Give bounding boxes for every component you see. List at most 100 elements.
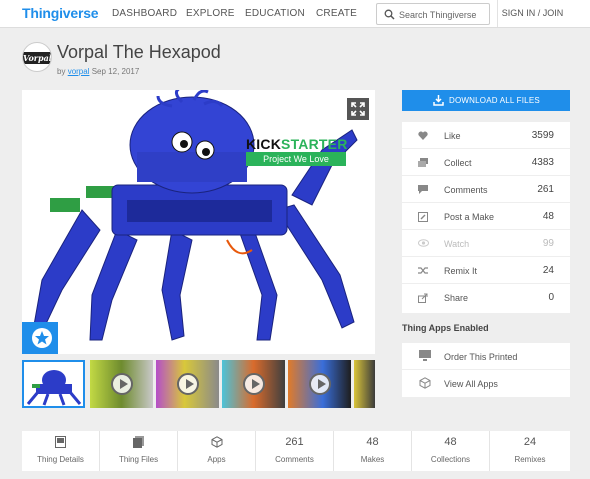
- author-link[interactable]: vorpal: [68, 67, 90, 76]
- tab-label: Apps: [207, 455, 226, 464]
- thing-title: Vorpal The Hexapod: [57, 42, 221, 62]
- thumbnail-image[interactable]: [22, 360, 85, 408]
- stat-value: 24: [542, 265, 554, 276]
- byline-prefix: by: [57, 67, 66, 76]
- thumbnail-strip: [22, 360, 375, 408]
- expand-icon: [351, 102, 365, 116]
- author-avatar[interactable]: Vorpal: [22, 42, 52, 72]
- play-icon: [308, 373, 331, 395]
- tab-thing-details[interactable]: Thing Details: [22, 431, 100, 471]
- eye-icon: [418, 239, 429, 247]
- expand-image-button[interactable]: [347, 98, 369, 120]
- tab-thing-files[interactable]: Thing Files: [100, 431, 178, 471]
- thumbnail-video[interactable]: [90, 360, 153, 408]
- comment-icon: [418, 185, 428, 194]
- app-label: View All Apps: [444, 379, 498, 389]
- tab-remixes[interactable]: 24 Remixes: [490, 431, 570, 471]
- signin-join-link[interactable]: SIGN IN / JOIN: [497, 0, 567, 27]
- stat-comments[interactable]: Comments 261: [402, 176, 570, 203]
- thumbnail-video[interactable]: [156, 360, 219, 408]
- stat-remix-it[interactable]: Remix It 24: [402, 257, 570, 284]
- app-view-all-apps[interactable]: View All Apps: [402, 370, 570, 397]
- nav-dashboard[interactable]: DASHBOARD: [112, 8, 177, 19]
- stat-label: Comments: [444, 185, 488, 195]
- tab-count: 261: [285, 436, 304, 448]
- monitor-icon: [419, 350, 431, 361]
- thumbnail-video[interactable]: [288, 360, 351, 408]
- thing-stats-panel: Like 3599 Collect 4383 Comments 261 Post…: [402, 122, 570, 313]
- nav-create[interactable]: CREATE: [316, 8, 357, 19]
- search-input[interactable]: [399, 7, 487, 22]
- nav-education[interactable]: EDUCATION: [245, 8, 305, 19]
- stat-value: 48: [542, 211, 554, 222]
- download-all-files-button[interactable]: DOWNLOAD ALL FILES: [402, 90, 570, 111]
- share-icon: [418, 293, 428, 303]
- thumbnail-video[interactable]: [222, 360, 285, 408]
- stat-value: 4383: [531, 157, 554, 168]
- star-icon: [32, 328, 52, 348]
- stat-label: Remix It: [444, 266, 478, 276]
- play-icon: [176, 373, 199, 395]
- stat-label: Like: [444, 131, 461, 141]
- tab-apps[interactable]: Apps: [178, 431, 256, 471]
- play-icon: [110, 373, 133, 395]
- stat-label: Watch: [444, 239, 470, 249]
- byline: by vorpal Sep 12, 2017: [57, 67, 139, 76]
- top-navbar: Thingiverse DASHBOARD EXPLORE EDUCATION …: [0, 0, 590, 28]
- stat-value: 3599: [531, 130, 554, 141]
- nav-explore[interactable]: EXPLORE: [186, 8, 235, 19]
- app-label: Order This Printed: [444, 352, 518, 362]
- main-thing-image[interactable]: KICKSTARTER Project We Love: [22, 90, 375, 354]
- stat-value: 0: [548, 292, 554, 303]
- stat-share[interactable]: Share 0: [402, 284, 570, 311]
- thumbnail-robot: [26, 370, 82, 406]
- stat-value: 261: [537, 184, 554, 195]
- search-box: [376, 3, 490, 25]
- hexapod-robot-illustration: [33, 90, 358, 341]
- kickstarter-logo-kick: KICK: [246, 136, 282, 152]
- thumbnail-video[interactable]: [354, 360, 375, 408]
- stat-label: Share: [444, 293, 469, 303]
- download-label: DOWNLOAD ALL FILES: [449, 96, 540, 105]
- tab-collections[interactable]: 48 Collections: [412, 431, 490, 471]
- stat-collect[interactable]: Collect 4383: [402, 149, 570, 176]
- thing-apps-panel: Order This Printed View All Apps: [402, 343, 570, 397]
- app-order-this-printed[interactable]: Order This Printed: [402, 343, 570, 370]
- tab-label: Collections: [430, 455, 471, 464]
- kickstarter-logo-starter: STARTER: [281, 136, 348, 152]
- thing-apps-heading: Thing Apps Enabled: [402, 323, 489, 333]
- stat-post-a-make[interactable]: Post a Make 48: [402, 203, 570, 230]
- stat-watch[interactable]: Watch 99: [402, 230, 570, 257]
- make-icon: [418, 212, 428, 222]
- tab-makes[interactable]: 48 Makes: [334, 431, 412, 471]
- tab-count: 48: [444, 436, 457, 448]
- tab-label: Comments: [275, 455, 314, 464]
- kickstarter-logo: KICKSTARTER: [246, 136, 348, 152]
- cube-icon: [419, 377, 431, 389]
- tab-count: 24: [523, 436, 537, 448]
- search-icon: [384, 9, 395, 20]
- project-we-love-badge: Project We Love: [246, 152, 346, 166]
- featured-badge-button[interactable]: [22, 322, 58, 354]
- play-icon: [242, 373, 265, 395]
- tab-label: Thing Files: [118, 455, 159, 464]
- stat-value: 99: [542, 238, 554, 249]
- stat-like[interactable]: Like 3599: [402, 122, 570, 149]
- tab-comments[interactable]: 261 Comments: [256, 431, 334, 471]
- collect-icon: [418, 158, 428, 167]
- details-icon: [55, 436, 66, 448]
- files-icon: [132, 436, 144, 448]
- tab-label: Thing Details: [37, 455, 84, 464]
- tab-count: 48: [366, 436, 379, 448]
- stat-label: Collect: [444, 158, 472, 168]
- thing-tabs-bar: Thing Details Thing Files Apps 261 Comme…: [22, 431, 570, 471]
- remix-icon: [418, 267, 428, 274]
- heart-icon: [418, 131, 428, 140]
- avatar-logo-text: Vorpal: [23, 52, 52, 64]
- download-icon: [433, 95, 444, 106]
- publish-date: Sep 12, 2017: [91, 67, 140, 76]
- stat-label: Post a Make: [444, 212, 495, 222]
- tab-label: Remixes: [514, 455, 546, 464]
- tab-label: Makes: [360, 455, 385, 464]
- thingiverse-logo[interactable]: Thingiverse: [22, 5, 99, 21]
